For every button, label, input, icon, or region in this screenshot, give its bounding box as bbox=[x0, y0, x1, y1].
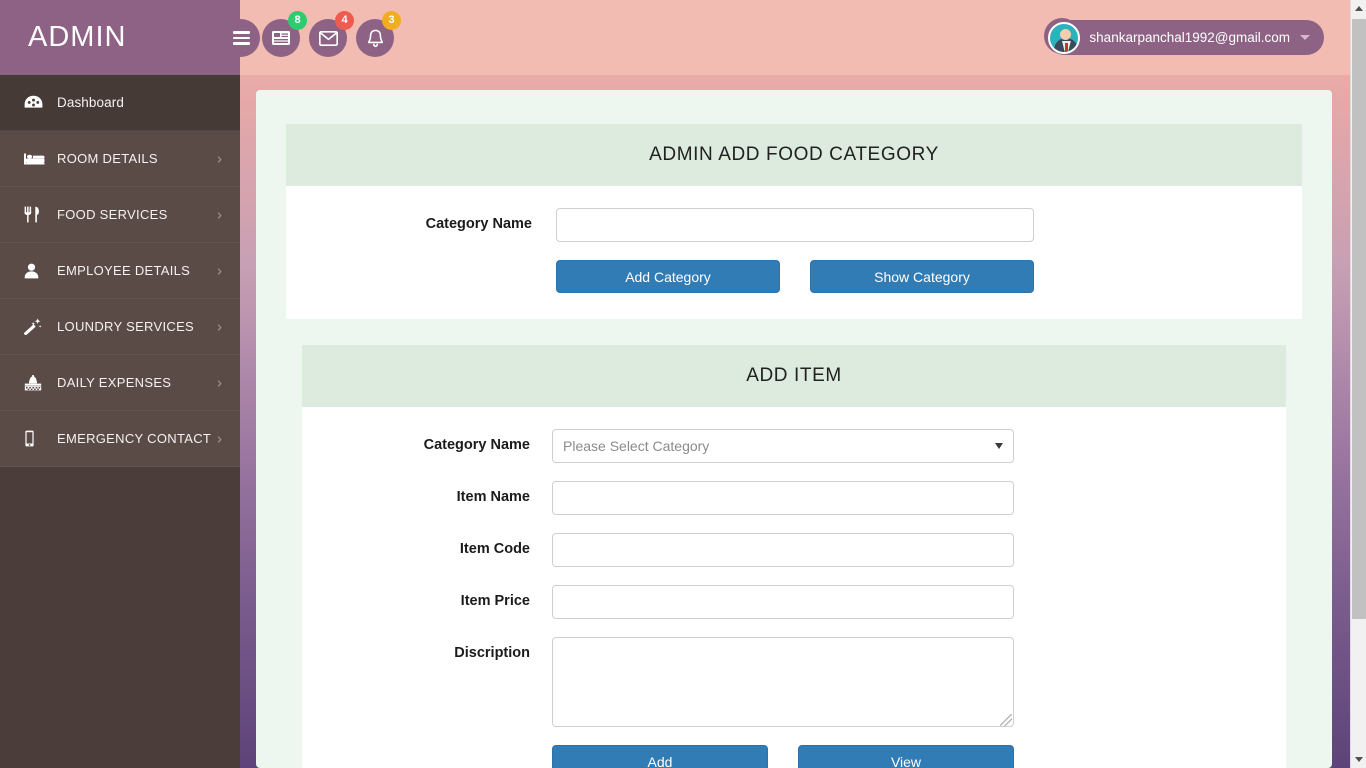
show-category-button[interactable]: Show Category bbox=[810, 260, 1034, 293]
add-category-button[interactable]: Add Category bbox=[556, 260, 780, 293]
sidebar-item-room-details[interactable]: ROOM DETAILS › bbox=[0, 131, 240, 187]
panel-body-add-item: Category Name Please Select Category Ite… bbox=[302, 407, 1286, 768]
scrollbar-thumb[interactable] bbox=[1352, 19, 1366, 619]
bell-glyph bbox=[367, 29, 383, 47]
panel-add-item: ADD ITEM Category Name Please Select Cat… bbox=[302, 345, 1286, 768]
chevron-right-icon: › bbox=[217, 430, 222, 447]
sidebar-item-emergency-contact[interactable]: EMERGENCY CONTACT › bbox=[0, 411, 240, 467]
sidebar-item-label: EMERGENCY CONTACT bbox=[57, 431, 212, 446]
scroll-up-arrow-icon[interactable] bbox=[1351, 0, 1366, 17]
brand-title: ADMIN bbox=[28, 21, 127, 53]
sidebar-item-daily-expenses[interactable]: DAILY EXPENSES › bbox=[0, 355, 240, 411]
bell-icon[interactable]: 3 bbox=[356, 11, 401, 57]
field-row-item-name: Item Name bbox=[302, 481, 1286, 515]
sidebar-item-dashboard[interactable]: Dashboard bbox=[0, 75, 240, 131]
hamburger-bars bbox=[232, 28, 250, 47]
category-select-value: Please Select Category bbox=[563, 438, 710, 454]
panel-add-food-category: ADMIN ADD FOOD CATEGORY Category Name Ad… bbox=[286, 124, 1302, 319]
avatar bbox=[1048, 21, 1081, 54]
sidebar-item-food-services[interactable]: FOOD SERVICES › bbox=[0, 187, 240, 243]
field-row-discription: Discription bbox=[302, 637, 1286, 727]
chevron-right-icon: › bbox=[217, 374, 222, 391]
sidebar-item-label: FOOD SERVICES bbox=[57, 207, 168, 222]
discription-textarea[interactable] bbox=[552, 637, 1014, 727]
chevron-right-icon: › bbox=[217, 150, 222, 167]
chevron-down-icon bbox=[995, 443, 1003, 449]
item-name-input[interactable] bbox=[552, 481, 1014, 515]
field-row-item-category: Category Name Please Select Category bbox=[302, 429, 1286, 463]
top-header: ADMIN 8 4 3 shankarpanchal1992@gmail.com bbox=[0, 0, 1350, 75]
brand-logo-area: ADMIN bbox=[0, 0, 240, 75]
label-item-price: Item Price bbox=[460, 593, 530, 609]
discription-wrapper bbox=[552, 637, 1014, 727]
user-email-label: shankarpanchal1992@gmail.com bbox=[1089, 30, 1290, 45]
tasks-glyph bbox=[272, 31, 290, 45]
sidebar-item-label: LOUNDRY SERVICES bbox=[57, 319, 195, 334]
chevron-right-icon: › bbox=[217, 318, 222, 335]
tasks-icon[interactable]: 8 bbox=[262, 11, 307, 57]
sidebar-item-loundry-services[interactable]: LOUNDRY SERVICES › bbox=[0, 299, 240, 355]
mobile-icon bbox=[24, 430, 46, 447]
magic-wand-icon bbox=[24, 318, 46, 335]
sidebar-nav: Dashboard ROOM DETAILS › FOOD SERVICES ›… bbox=[0, 75, 240, 768]
scroll-down-arrow-icon[interactable] bbox=[1351, 751, 1366, 768]
item-button-row: Add View bbox=[302, 745, 1286, 768]
cutlery-icon bbox=[24, 206, 46, 223]
chevron-down-icon bbox=[1300, 35, 1310, 40]
panel-title-add-food-category: ADMIN ADD FOOD CATEGORY bbox=[286, 124, 1302, 186]
field-row-item-code: Item Code bbox=[302, 533, 1286, 567]
sidebar-item-label: Dashboard bbox=[57, 95, 124, 110]
main-content: ADMIN ADD FOOD CATEGORY Category Name Ad… bbox=[256, 90, 1332, 768]
header-icon-group: 8 4 3 bbox=[262, 11, 401, 57]
bed-icon bbox=[24, 152, 46, 166]
sidebar-item-label: ROOM DETAILS bbox=[57, 151, 158, 166]
label-item-code: Item Code bbox=[459, 541, 530, 557]
label-category-name: Category Name bbox=[425, 216, 532, 232]
field-row-category-name: Category Name bbox=[286, 208, 1302, 242]
label-item-name: Item Name bbox=[456, 489, 530, 505]
category-select[interactable]: Please Select Category bbox=[552, 429, 1014, 463]
envelope-icon[interactable]: 4 bbox=[309, 11, 354, 57]
item-price-input[interactable] bbox=[552, 585, 1014, 619]
sidebar-item-label: DAILY EXPENSES bbox=[57, 375, 172, 390]
money-icon bbox=[24, 374, 46, 391]
add-item-button[interactable]: Add bbox=[552, 745, 768, 768]
field-row-item-price: Item Price bbox=[302, 585, 1286, 619]
label-item-category-name: Category Name bbox=[423, 437, 530, 453]
category-button-row: Add Category Show Category bbox=[286, 260, 1302, 293]
chevron-right-icon: › bbox=[217, 206, 222, 223]
envelope-glyph bbox=[318, 30, 338, 46]
sidebar-item-employee-details[interactable]: EMPLOYEE DETAILS › bbox=[0, 243, 240, 299]
view-item-button[interactable]: View bbox=[798, 745, 1014, 768]
user-icon bbox=[24, 263, 46, 279]
bell-badge: 3 bbox=[382, 11, 401, 30]
chevron-right-icon: › bbox=[217, 262, 222, 279]
hamburger-icon[interactable] bbox=[222, 19, 260, 57]
envelope-badge: 4 bbox=[335, 11, 354, 30]
vertical-scrollbar[interactable] bbox=[1350, 0, 1366, 768]
user-menu[interactable]: shankarpanchal1992@gmail.com bbox=[1047, 20, 1324, 55]
sidebar-item-label: EMPLOYEE DETAILS bbox=[57, 263, 191, 278]
dashboard-icon bbox=[24, 95, 46, 110]
tasks-badge: 8 bbox=[288, 11, 307, 30]
panel-title-add-item: ADD ITEM bbox=[302, 345, 1286, 407]
category-name-input[interactable] bbox=[556, 208, 1034, 242]
panel-body-add-food-category: Category Name Add Category Show Category bbox=[286, 186, 1302, 319]
label-discription: Discription bbox=[454, 645, 530, 661]
item-code-input[interactable] bbox=[552, 533, 1014, 567]
